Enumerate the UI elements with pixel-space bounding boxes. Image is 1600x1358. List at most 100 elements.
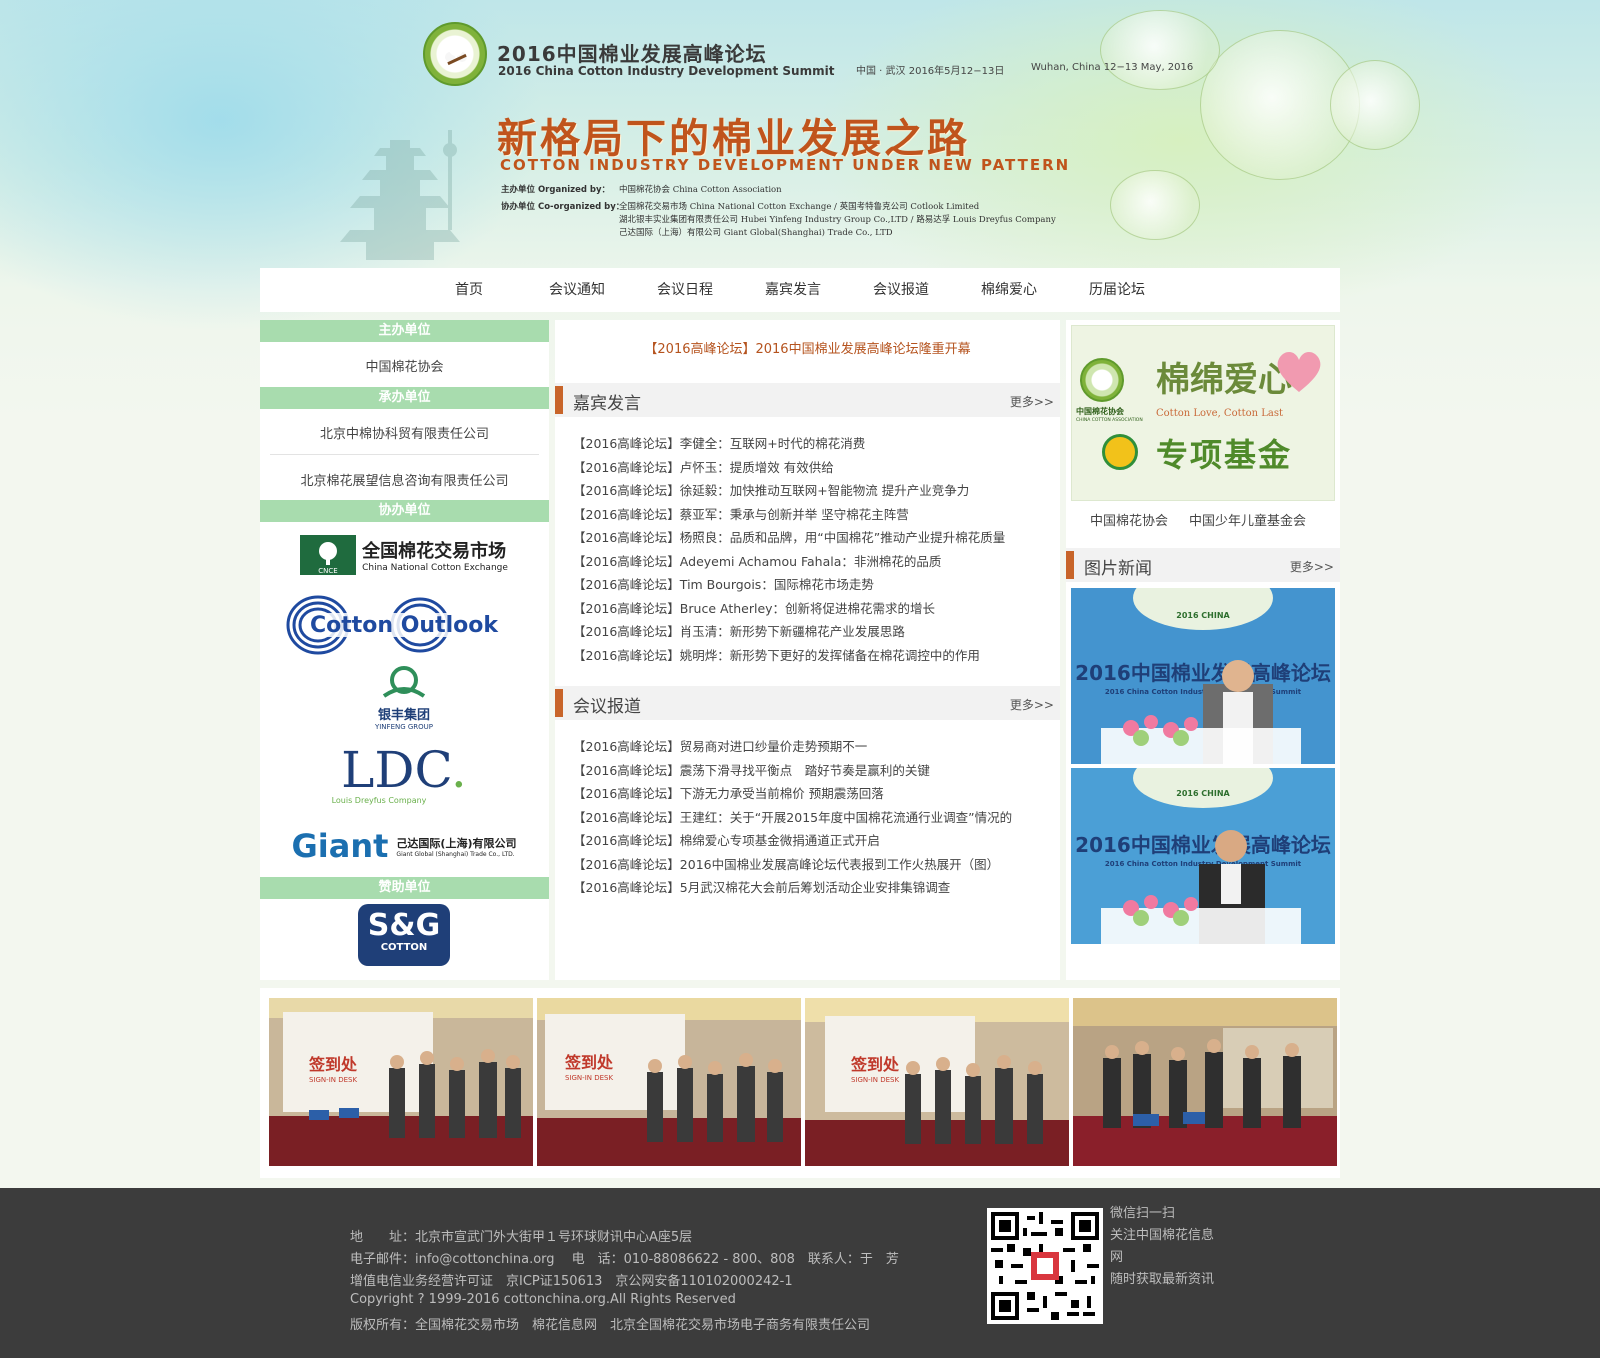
qr-text-line-2: 关注中国棉花信息 — [1110, 1228, 1215, 1243]
list-item[interactable]: 【2016高峰论坛】震荡下滑寻找平衡点 踏好节奏是赢利的关键 — [573, 759, 1043, 783]
svg-text:签到处: 签到处 — [564, 1053, 614, 1072]
charity-fund-banner[interactable]: 中国棉花协会 CHINA COTTON ASSOCIATION 棉绵爱心 Cot… — [1071, 325, 1335, 501]
footer-contact: 电子邮件：info@cottonchina.org 电 话：010-880866… — [350, 1252, 899, 1267]
ldc-wordmark: LDC. — [341, 740, 467, 799]
qr-text-line-1: 微信扫一扫 — [1110, 1206, 1176, 1221]
organizer-row: 主办单位 Organized by： 中国棉花协会 China Cotton As… — [501, 183, 782, 195]
svg-text:SIGN-IN DESK: SIGN-IN DESK — [565, 1074, 613, 1082]
event-photo-registration-3[interactable]: 签到处 SIGN-IN DESK — [805, 998, 1069, 1166]
qr-text-line-3: 网 — [1110, 1250, 1124, 1265]
partner-logo-giant[interactable]: Giant 己达国际(上海)有限公司 Giant Global (Shangha… — [284, 820, 524, 872]
heart-icon — [1277, 351, 1321, 392]
list-item[interactable]: 【2016高峰论坛】姚明烨：新形势下更好的发挥储备在棉花调控中的作用 — [573, 644, 1043, 668]
nav-item-notice[interactable]: 会议通知 — [523, 268, 631, 312]
list-item[interactable]: 【2016高峰论坛】王建红：关于“开展2015年度中国棉花流通行业调查”情况的 — [573, 806, 1043, 830]
undertake-link-2[interactable]: 北京棉花展望信息咨询有限责任公司 — [260, 470, 549, 489]
summit-title-cn: 2016中国棉业发展高峰论坛 — [497, 42, 767, 66]
wechat-qr-code-icon — [987, 1208, 1103, 1324]
registration-photo: 签到处 SIGN-IN DESK — [269, 998, 533, 1166]
photo-news-speaker-1[interactable]: 2016 CHINA 2016中国棉业发展高峰论坛 2016 China Cot… — [1071, 588, 1335, 764]
photo-news-more-link[interactable]: 更多>> — [1290, 558, 1334, 575]
main-nav: 首页 会议通知 会议日程 嘉宾发言 会议报道 棉绵爱心 历届论坛 — [260, 268, 1340, 312]
report-section-header: 会议报道 更多>> — [555, 686, 1060, 720]
partner-logo-cotlook[interactable]: Cotton Outlook — [284, 590, 524, 660]
charity-caption-foundation[interactable]: 中国少年儿童基金会 — [1189, 510, 1306, 529]
list-item[interactable]: 【2016高峰论坛】5月武汉棉花大会前后筹划活动企业安排集锦调查 — [573, 876, 1043, 900]
undertake-link-1[interactable]: 北京中棉协科贸有限责任公司 — [260, 423, 549, 442]
host-link-cca[interactable]: 中国棉花协会 — [260, 356, 549, 375]
event-photo-registration-1[interactable]: 签到处 SIGN-IN DESK — [269, 998, 533, 1166]
section-accent — [555, 689, 563, 717]
charity-fund-title: 专项基金 — [1156, 436, 1293, 474]
registration-photo: 签到处 SIGN-IN DESK — [537, 998, 801, 1166]
sg-badge: S&G COTTON — [358, 904, 450, 966]
report-section-title: 会议报道 — [573, 697, 641, 717]
report-more-link[interactable]: 更多>> — [1010, 696, 1054, 713]
list-item[interactable]: 【2016高峰论坛】2016中国棉业发展高峰论坛代表报到工作火热展开（图） — [573, 853, 1043, 877]
speaker-photo: 2016 CHINA 2016中国棉业发展高峰论坛 2016 China Cot… — [1071, 588, 1335, 764]
speech-more-link[interactable]: 更多>> — [1010, 393, 1054, 410]
divider — [270, 454, 539, 455]
sg-wordmark: S&G — [367, 908, 441, 943]
speech-list: 【2016高峰论坛】李健全：互联网+时代的棉花消费 【2016高峰论坛】卢怀玉：… — [573, 432, 1043, 667]
cca-logo-icon — [1080, 358, 1124, 402]
charity-subtitle-en: Cotton Love, Cotton Last — [1156, 408, 1284, 419]
list-item[interactable]: 【2016高峰论坛】Tim Bourgois：国际棉花市场走势 — [573, 573, 1043, 597]
partner-logo-sg-cotton[interactable]: S&G COTTON — [284, 902, 524, 968]
headline-link[interactable]: 【2016高峰论坛】2016中国棉业发展高峰论坛隆重开幕 — [555, 338, 1060, 357]
yinfeng-name-cn: 银丰集团 — [377, 707, 430, 723]
organized-value: 中国棉花协会 China Cotton Association — [619, 185, 782, 195]
qr-text-line-4: 随时获取最新资讯 — [1110, 1272, 1215, 1287]
cotton-boll-decoration — [1100, 10, 1220, 90]
event-photo-registration-4[interactable] — [1073, 998, 1337, 1166]
nav-item-charity[interactable]: 棉绵爱心 — [955, 268, 1063, 312]
svg-text:SIGN-IN DESK: SIGN-IN DESK — [309, 1076, 357, 1084]
list-item[interactable]: 【2016高峰论坛】肖玉清：新形势下新疆棉花产业发展思路 — [573, 620, 1043, 644]
yinfeng-emblem-icon — [382, 665, 426, 698]
cnce-emblem-icon: CNCE — [300, 535, 357, 575]
header-banner: 2016中国棉业发展高峰论坛 2016 China Cotton Industr… — [0, 0, 1600, 268]
list-item[interactable]: 【2016高峰论坛】徐延毅：加快推动互联网+智能物流 提升产业竞争力 — [573, 479, 1043, 503]
svg-text:2016 CHINA: 2016 CHINA — [1176, 611, 1230, 620]
nav-item-schedule[interactable]: 会议日程 — [631, 268, 739, 312]
coorganized-line-2: 湖北银丰实业集团有限责任公司 Hubei Yinfeng Industry Gr… — [619, 215, 1056, 225]
partner-logo-cnce[interactable]: CNCE 全国棉花交易市场 China National Cotton Exch… — [284, 528, 524, 582]
yinfeng-name-en: YINFENG GROUP — [374, 722, 434, 731]
speaker-photo: 2016 CHINA 2016中国棉业发展高峰论坛 2016 China Cot… — [1071, 768, 1335, 944]
list-item[interactable]: 【2016高峰论坛】卢怀玉：提质增效 有效供给 — [573, 456, 1043, 480]
qr-pattern — [991, 1212, 1099, 1320]
partner-logo-ldc[interactable]: LDC. Louis Dreyfus Company — [284, 738, 524, 810]
event-photo-strip: 签到处 SIGN-IN DESK 签到处 SIGN-IN DESK 签到处 SI… — [260, 988, 1340, 1178]
footer-address: 地 址：北京市宣武门外大街甲１号环球财讯中心A座5层 — [350, 1230, 693, 1245]
photo-news-header: 图片新闻 更多>> — [1066, 548, 1340, 582]
list-item[interactable]: 【2016高峰论坛】棉绵爱心专项基金微捐通道正式开启 — [573, 829, 1043, 853]
cnce-name-cn: 全国棉花交易市场 — [362, 541, 507, 562]
event-photo-registration-2[interactable]: 签到处 SIGN-IN DESK — [537, 998, 801, 1166]
svg-text:2016 CHINA: 2016 CHINA — [1176, 789, 1230, 798]
partner-logo-yinfeng[interactable]: 银丰集团 YINFENG GROUP — [284, 662, 524, 732]
coorganized-line-3: 己达国际（上海）有限公司 Giant Global(Shanghai) Trad… — [619, 228, 893, 238]
cotton-boll-decoration — [1110, 170, 1200, 240]
svg-text:CNCE: CNCE — [318, 567, 337, 575]
nav-item-reports[interactable]: 会议报道 — [847, 268, 955, 312]
coorg-header: 协办单位 — [260, 500, 549, 522]
list-item[interactable]: 【2016高峰论坛】下游无力承受当前棉价 预期震荡回落 — [573, 782, 1043, 806]
nav-item-home[interactable]: 首页 — [415, 268, 523, 312]
charity-caption-cca[interactable]: 中国棉花协会 — [1090, 510, 1168, 529]
list-item[interactable]: 【2016高峰论坛】李健全：互联网+时代的棉花消费 — [573, 432, 1043, 456]
ldc-subtitle: Louis Dreyfus Company — [331, 795, 427, 805]
list-item[interactable]: 【2016高峰论坛】Adeyemi Achamou Fahala：非洲棉花的品质 — [573, 550, 1043, 574]
list-item[interactable]: 【2016高峰论坛】蔡亚军：秉承与创新并举 坚守棉花主阵营 — [573, 503, 1043, 527]
nav-item-past-forums[interactable]: 历届论坛 — [1063, 268, 1171, 312]
giant-wordmark: Giant — [291, 827, 389, 865]
list-item[interactable]: 【2016高峰论坛】杨照良：品质和品牌，用“中国棉花”推动产业提升棉花质量 — [573, 526, 1043, 550]
photo-news-speaker-2[interactable]: 2016 CHINA 2016中国棉业发展高峰论坛 2016 China Cot… — [1071, 768, 1335, 944]
svg-text:2016中国棉业发展高峰论坛: 2016中国棉业发展高峰论坛 — [1075, 661, 1331, 685]
list-item[interactable]: 【2016高峰论坛】Bruce Atherley：创新将促进棉花需求的增长 — [573, 597, 1043, 621]
nav-item-speeches[interactable]: 嘉宾发言 — [739, 268, 847, 312]
cotlook-logo: Cotton Outlook — [286, 595, 510, 655]
yellow-crane-tower-silhouette — [340, 130, 460, 260]
cnce-name-en: China National Cotton Exchange — [362, 563, 508, 573]
list-item[interactable]: 【2016高峰论坛】贸易商对进口纱量价走势预期不一 — [573, 735, 1043, 759]
footer-copyright: Copyright ? 1999-2016 cottonchina.org.Al… — [350, 1292, 736, 1307]
